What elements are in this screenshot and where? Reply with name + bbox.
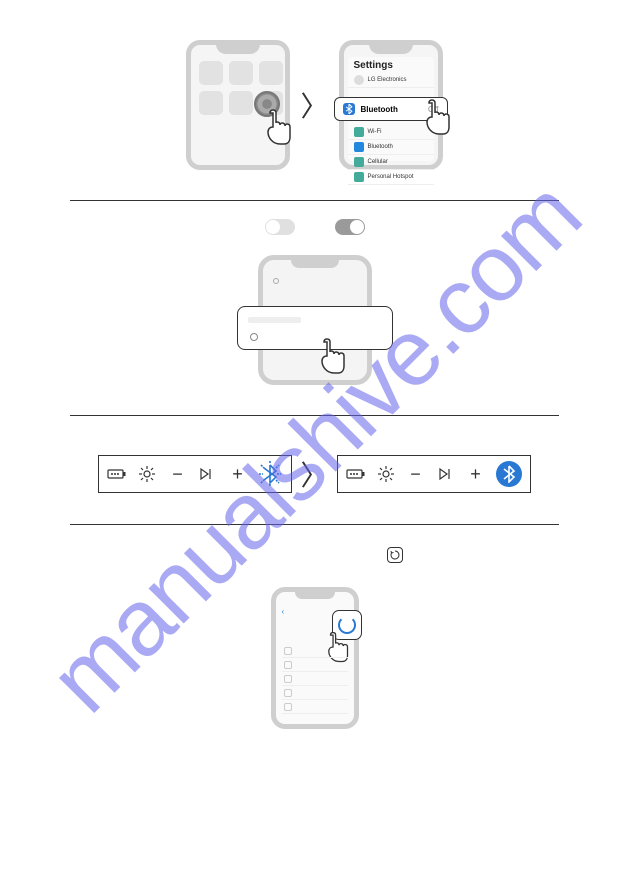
app-icon (229, 91, 253, 115)
plus-button[interactable]: + (227, 464, 247, 484)
chevron-right-icon: 〉 (300, 85, 328, 125)
refresh-icon (387, 547, 403, 563)
toggle-knob (350, 220, 364, 234)
bluetooth-value: Off (428, 105, 439, 114)
settings-row: Cellular (348, 155, 434, 170)
light-icon[interactable] (137, 464, 157, 484)
play-next-icon[interactable] (436, 464, 456, 484)
battery-icon[interactable] (107, 464, 127, 484)
app-icon (199, 91, 223, 115)
minus-button[interactable]: − (406, 464, 426, 484)
control-bar-after: − + (337, 455, 531, 493)
play-next-icon[interactable] (197, 464, 217, 484)
list-item[interactable] (282, 644, 348, 658)
settings-row: Bluetooth (348, 140, 434, 155)
account-name: LG Electronics (368, 77, 407, 83)
phone-refresh-screen: ‹ (271, 587, 359, 729)
device-icon (284, 675, 292, 683)
bluetooth-icon (343, 103, 355, 115)
phone-settings-screen: Settings LG Electronics Bluetooth Off Wi… (339, 40, 443, 170)
list-item[interactable] (282, 700, 348, 714)
device-icon (284, 689, 292, 697)
plus-button[interactable]: + (466, 464, 486, 484)
device-list (282, 644, 348, 714)
battery-icon[interactable] (346, 464, 366, 484)
step-toggle-select (0, 201, 629, 415)
toggle-row (0, 219, 629, 235)
minus-button[interactable]: − (167, 464, 187, 484)
placeholder-line (248, 317, 302, 323)
light-icon[interactable] (376, 464, 396, 484)
bluetooth-row-callout[interactable]: Bluetooth Off (334, 97, 448, 121)
device-select-callout[interactable] (237, 306, 393, 350)
list-item[interactable] (282, 658, 348, 672)
app-icon (199, 61, 223, 85)
refresh-button-callout[interactable] (332, 610, 362, 640)
chevron-right-icon: 〉 (300, 454, 328, 494)
app-icon (229, 61, 253, 85)
phone-homescreen (186, 40, 290, 170)
wifi-icon (354, 127, 364, 137)
bt-icon (354, 142, 364, 152)
bluetooth-label: Bluetooth (361, 105, 422, 114)
step-settings-bluetooth: 〉 Settings LG Electronics Bluetooth Off (0, 0, 629, 200)
back-chevron-icon[interactable]: ‹ (282, 607, 285, 616)
avatar-icon (354, 75, 364, 85)
phone-bt-list (258, 255, 372, 385)
phone-notch (369, 44, 413, 54)
settings-screen: Settings LG Electronics Bluetooth Off Wi… (348, 57, 434, 161)
settings-row: Personal Hotspot (348, 170, 434, 185)
phone-notch (216, 44, 260, 54)
small-circle-icon (273, 278, 279, 284)
phone-notch (291, 260, 339, 268)
refresh-hint-row (0, 547, 629, 563)
toggle-on[interactable] (335, 219, 365, 235)
account-row: LG Electronics (348, 73, 434, 88)
step-button-bar: − + 〉 (0, 416, 629, 524)
info-circle-icon (250, 333, 258, 341)
list-item[interactable] (282, 686, 348, 700)
toggle-off[interactable] (265, 219, 295, 235)
list-item[interactable] (282, 672, 348, 686)
toggle-knob (266, 220, 280, 234)
manual-page: manualshive.com 〉 Settings (0, 0, 629, 893)
cell-icon (354, 157, 364, 167)
app-icon (259, 61, 283, 85)
phone-notch (295, 592, 335, 599)
bluetooth-connected-icon[interactable] (496, 461, 522, 487)
spinner-icon (338, 616, 356, 634)
device-icon (284, 703, 292, 711)
control-bar-before: − + (98, 455, 292, 493)
settings-title: Settings (348, 57, 434, 73)
bluetooth-blinking-icon[interactable] (257, 461, 283, 487)
settings-row: Wi-Fi (348, 125, 434, 140)
device-icon (284, 647, 292, 655)
device-icon (284, 661, 292, 669)
hotspot-icon (354, 172, 364, 182)
step-refresh: ‹ (0, 525, 629, 769)
